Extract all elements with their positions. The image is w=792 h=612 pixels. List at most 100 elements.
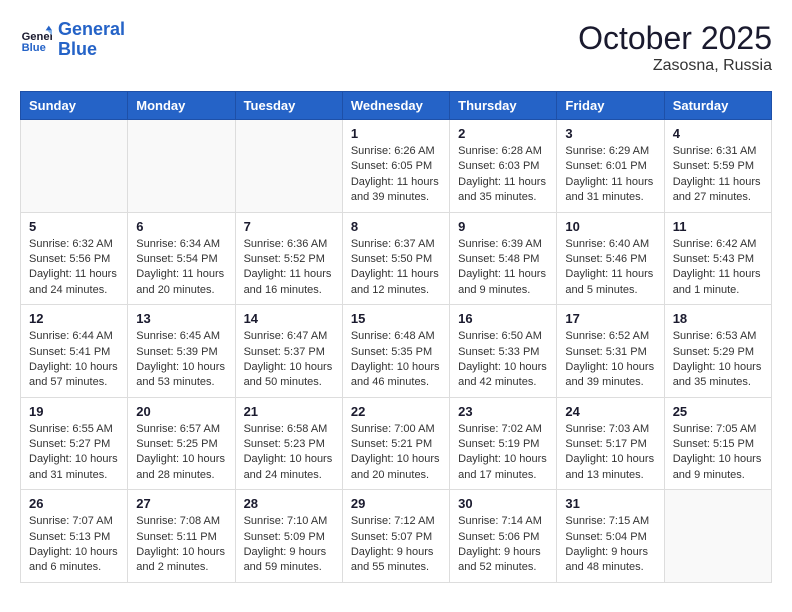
weekday-header-saturday: Saturday <box>664 92 771 120</box>
calendar-cell: 1 Sunrise: 6:26 AM Sunset: 6:05 PM Daylig… <box>342 120 449 213</box>
calendar-cell: 21Sunrise: 6:58 AM Sunset: 5:23 PM Dayli… <box>235 397 342 490</box>
calendar-cell: 18 Sunrise: 6:53 AM Sunset: 5:29 PM Dayli… <box>664 305 771 398</box>
day-info: Sunrise: 6:58 AM Sunset: 5:23 PM Dayligh… <box>244 422 334 484</box>
day-number: 30 <box>458 496 548 511</box>
week-row-5: 26Sunrise: 7:07 AM Sunset: 5:13 PM Dayli… <box>21 490 772 583</box>
day-number: 20 <box>136 404 226 419</box>
logo-text-line1: General <box>58 20 125 40</box>
calendar-cell: 26Sunrise: 7:07 AM Sunset: 5:13 PM Dayli… <box>21 490 128 583</box>
day-number: 5 <box>29 219 119 234</box>
calendar-cell: 28 Sunrise: 7:10 AM Sunset: 5:09 PM Dayli… <box>235 490 342 583</box>
day-info: Sunrise: 7:08 AM Sunset: 5:11 PM Dayligh… <box>136 514 226 576</box>
week-row-4: 19 Sunrise: 6:55 AM Sunset: 5:27 PM Dayli… <box>21 397 772 490</box>
calendar-cell: 29 Sunrise: 7:12 AM Sunset: 5:07 PM Dayli… <box>342 490 449 583</box>
day-number: 16 <box>458 311 548 326</box>
day-number: 28 <box>244 496 334 511</box>
calendar-cell: 5 Sunrise: 6:32 AM Sunset: 5:56 PM Daylig… <box>21 212 128 305</box>
calendar-cell: 30 Sunrise: 7:14 AM Sunset: 5:06 PM Dayli… <box>450 490 557 583</box>
calendar-cell <box>21 120 128 213</box>
day-info: Sunrise: 6:55 AM Sunset: 5:27 PM Dayligh… <box>29 422 119 484</box>
day-info: Sunrise: 6:31 AM Sunset: 5:59 PM Dayligh… <box>673 144 763 206</box>
calendar-cell: 27 Sunrise: 7:08 AM Sunset: 5:11 PM Dayli… <box>128 490 235 583</box>
day-number: 2 <box>458 126 548 141</box>
calendar-cell: 10Sunrise: 6:40 AM Sunset: 5:46 PM Dayli… <box>557 212 664 305</box>
svg-text:General: General <box>22 31 52 43</box>
day-number: 15 <box>351 311 441 326</box>
day-number: 1 <box>351 126 441 141</box>
day-number: 12 <box>29 311 119 326</box>
day-info: Sunrise: 6:36 AM Sunset: 5:52 PM Dayligh… <box>244 237 334 299</box>
day-info: Sunrise: 6:29 AM Sunset: 6:01 PM Dayligh… <box>565 144 655 206</box>
day-number: 27 <box>136 496 226 511</box>
day-number: 9 <box>458 219 548 234</box>
weekday-header-thursday: Thursday <box>450 92 557 120</box>
page-header: General Blue General Blue October 2025 Z… <box>20 20 772 75</box>
calendar-cell: 16 Sunrise: 6:50 AM Sunset: 5:33 PM Dayli… <box>450 305 557 398</box>
day-info: Sunrise: 7:05 AM Sunset: 5:15 PM Dayligh… <box>673 422 763 484</box>
day-info: Sunrise: 7:00 AM Sunset: 5:21 PM Dayligh… <box>351 422 441 484</box>
day-info: Sunrise: 6:42 AM Sunset: 5:43 PM Dayligh… <box>673 237 763 299</box>
day-number: 17 <box>565 311 655 326</box>
calendar-cell: 19 Sunrise: 6:55 AM Sunset: 5:27 PM Dayli… <box>21 397 128 490</box>
day-number: 26 <box>29 496 119 511</box>
calendar-cell: 6Sunrise: 6:34 AM Sunset: 5:54 PM Daylig… <box>128 212 235 305</box>
day-number: 23 <box>458 404 548 419</box>
month-title: October 2025 <box>578 20 772 57</box>
day-info: Sunrise: 6:44 AM Sunset: 5:41 PM Dayligh… <box>29 329 119 391</box>
day-info: Sunrise: 6:37 AM Sunset: 5:50 PM Dayligh… <box>351 237 441 299</box>
day-info: Sunrise: 7:02 AM Sunset: 5:19 PM Dayligh… <box>458 422 548 484</box>
day-info: Sunrise: 6:32 AM Sunset: 5:56 PM Dayligh… <box>29 237 119 299</box>
weekday-header-wednesday: Wednesday <box>342 92 449 120</box>
day-number: 11 <box>673 219 763 234</box>
day-number: 8 <box>351 219 441 234</box>
calendar-cell: 22Sunrise: 7:00 AM Sunset: 5:21 PM Dayli… <box>342 397 449 490</box>
calendar-cell: 12 Sunrise: 6:44 AM Sunset: 5:41 PM Dayli… <box>21 305 128 398</box>
calendar-cell <box>664 490 771 583</box>
day-info: Sunrise: 7:03 AM Sunset: 5:17 PM Dayligh… <box>565 422 655 484</box>
day-info: Sunrise: 7:14 AM Sunset: 5:06 PM Dayligh… <box>458 514 548 576</box>
calendar-cell: 3 Sunrise: 6:29 AM Sunset: 6:01 PM Daylig… <box>557 120 664 213</box>
calendar-table: SundayMondayTuesdayWednesdayThursdayFrid… <box>20 91 772 583</box>
day-number: 19 <box>29 404 119 419</box>
day-number: 13 <box>136 311 226 326</box>
logo-text-line2: Blue <box>58 40 125 60</box>
weekday-header-tuesday: Tuesday <box>235 92 342 120</box>
day-info: Sunrise: 7:12 AM Sunset: 5:07 PM Dayligh… <box>351 514 441 576</box>
calendar-cell: 17 Sunrise: 6:52 AM Sunset: 5:31 PM Dayli… <box>557 305 664 398</box>
day-number: 24 <box>565 404 655 419</box>
day-info: Sunrise: 6:52 AM Sunset: 5:31 PM Dayligh… <box>565 329 655 391</box>
calendar-cell <box>235 120 342 213</box>
calendar-cell: 8 Sunrise: 6:37 AM Sunset: 5:50 PM Daylig… <box>342 212 449 305</box>
calendar-cell: 20 Sunrise: 6:57 AM Sunset: 5:25 PM Dayli… <box>128 397 235 490</box>
calendar-cell <box>128 120 235 213</box>
day-info: Sunrise: 6:50 AM Sunset: 5:33 PM Dayligh… <box>458 329 548 391</box>
day-info: Sunrise: 7:10 AM Sunset: 5:09 PM Dayligh… <box>244 514 334 576</box>
day-number: 3 <box>565 126 655 141</box>
location: Zasosna, Russia <box>578 57 772 75</box>
calendar-cell: 25Sunrise: 7:05 AM Sunset: 5:15 PM Dayli… <box>664 397 771 490</box>
day-info: Sunrise: 6:34 AM Sunset: 5:54 PM Dayligh… <box>136 237 226 299</box>
title-block: October 2025 Zasosna, Russia <box>578 20 772 75</box>
calendar-cell: 24 Sunrise: 7:03 AM Sunset: 5:17 PM Dayli… <box>557 397 664 490</box>
day-number: 29 <box>351 496 441 511</box>
calendar-cell: 11 Sunrise: 6:42 AM Sunset: 5:43 PM Dayli… <box>664 212 771 305</box>
weekday-header-row: SundayMondayTuesdayWednesdayThursdayFrid… <box>21 92 772 120</box>
day-info: Sunrise: 6:57 AM Sunset: 5:25 PM Dayligh… <box>136 422 226 484</box>
day-info: Sunrise: 6:48 AM Sunset: 5:35 PM Dayligh… <box>351 329 441 391</box>
day-info: Sunrise: 6:26 AM Sunset: 6:05 PM Dayligh… <box>351 144 441 206</box>
calendar-cell: 7Sunrise: 6:36 AM Sunset: 5:52 PM Daylig… <box>235 212 342 305</box>
calendar-cell: 4 Sunrise: 6:31 AM Sunset: 5:59 PM Daylig… <box>664 120 771 213</box>
day-info: Sunrise: 6:47 AM Sunset: 5:37 PM Dayligh… <box>244 329 334 391</box>
calendar-cell: 9 Sunrise: 6:39 AM Sunset: 5:48 PM Daylig… <box>450 212 557 305</box>
calendar-cell: 13Sunrise: 6:45 AM Sunset: 5:39 PM Dayli… <box>128 305 235 398</box>
day-number: 10 <box>565 219 655 234</box>
day-number: 4 <box>673 126 763 141</box>
day-number: 14 <box>244 311 334 326</box>
weekday-header-monday: Monday <box>128 92 235 120</box>
logo-icon: General Blue <box>20 24 52 56</box>
day-info: Sunrise: 6:39 AM Sunset: 5:48 PM Dayligh… <box>458 237 548 299</box>
day-info: Sunrise: 6:53 AM Sunset: 5:29 PM Dayligh… <box>673 329 763 391</box>
week-row-3: 12 Sunrise: 6:44 AM Sunset: 5:41 PM Dayli… <box>21 305 772 398</box>
day-number: 31 <box>565 496 655 511</box>
day-number: 18 <box>673 311 763 326</box>
